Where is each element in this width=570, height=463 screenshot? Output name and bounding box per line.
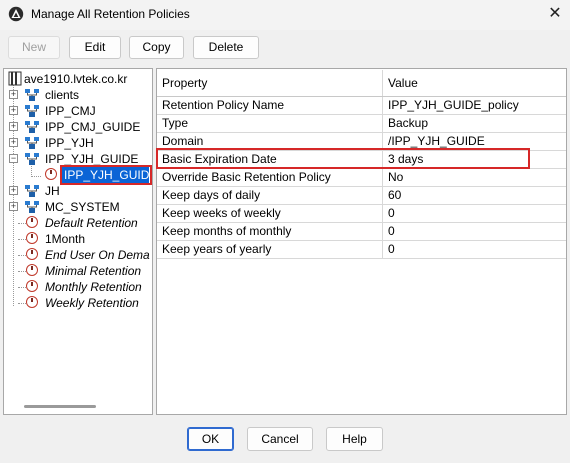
table-row[interactable]: Retention Policy Name IPP_YJH_GUIDE_poli… <box>157 97 566 115</box>
tree-item-policy[interactable]: End User On Dema <box>4 247 152 263</box>
domain-icon <box>25 121 39 133</box>
retention-clock-icon <box>26 216 38 228</box>
expand-icon[interactable]: + <box>9 122 18 131</box>
tree-item-ipp-cmj-guide[interactable]: + IPP_CMJ_GUIDE <box>4 119 152 135</box>
tree-item-clients[interactable]: + clients <box>4 87 152 103</box>
value-cell: 0 <box>388 224 395 238</box>
expand-icon[interactable]: + <box>9 202 18 211</box>
property-cell: Retention Policy Name <box>157 97 383 114</box>
grid-header-row: Property Value <box>157 70 566 97</box>
tree-item-label: JH <box>45 184 60 198</box>
value-cell: 0 <box>388 242 395 256</box>
property-cell: Keep days of daily <box>157 187 383 204</box>
tree-item-label: Default Retention <box>45 216 138 230</box>
tree-item-label: Minimal Retention <box>45 264 142 278</box>
collapse-icon[interactable]: − <box>9 154 18 163</box>
tree-item-label: End User On Dema <box>45 248 150 262</box>
expand-icon[interactable]: + <box>9 186 18 195</box>
retention-clock-icon <box>26 248 38 260</box>
tree-item-policy[interactable]: Default Retention <box>4 215 152 231</box>
tree-item-ipp-yjh[interactable]: + IPP_YJH <box>4 135 152 151</box>
property-cell: Keep weeks of weekly <box>157 205 383 222</box>
value-cell: IPP_YJH_GUIDE_policy <box>388 98 519 112</box>
table-row[interactable]: Override Basic Retention Policy No <box>157 169 566 187</box>
tree-item-label: 1Month <box>45 232 86 246</box>
tree-item-policy[interactable]: Monthly Retention <box>4 279 152 295</box>
ok-button[interactable]: OK <box>187 427 234 451</box>
table-row[interactable]: Keep years of yearly 0 <box>157 241 566 259</box>
table-row[interactable]: Keep weeks of weekly 0 <box>157 205 566 223</box>
table-row[interactable]: Keep months of monthly 0 <box>157 223 566 241</box>
domain-icon <box>25 89 39 101</box>
value-cell: 60 <box>388 188 402 202</box>
title-bar: Manage All Retention Policies ✕ <box>0 0 570 30</box>
expand-icon[interactable]: + <box>9 138 18 147</box>
expand-icon[interactable]: + <box>9 90 18 99</box>
help-button[interactable]: Help <box>326 427 383 451</box>
selection-highlight-box <box>60 165 152 185</box>
tree-root[interactable]: ave1910.lvtek.co.kr <box>4 71 152 87</box>
cancel-button[interactable]: Cancel <box>247 427 313 451</box>
retention-clock-icon <box>26 296 38 308</box>
column-header-property[interactable]: Property <box>157 70 383 96</box>
new-button[interactable]: New <box>8 36 60 59</box>
domain-icon <box>25 201 39 213</box>
retention-clock-icon <box>26 280 38 292</box>
property-cell: Keep months of monthly <box>157 223 383 240</box>
table-row[interactable]: Type Backup <box>157 115 566 133</box>
value-cell: 0 <box>388 206 395 220</box>
tree-item-label: IPP_CMJ <box>45 104 96 118</box>
tree-item-label: IPP_YJH <box>45 136 94 150</box>
domain-icon <box>25 153 39 165</box>
tree-item-policy[interactable]: Weekly Retention <box>4 295 152 311</box>
retention-clock-icon <box>26 232 38 244</box>
tree-item-label: IPP_CMJ_GUIDE <box>45 120 141 134</box>
column-header-value[interactable]: Value <box>383 70 566 96</box>
tree-item-label: Monthly Retention <box>45 280 142 294</box>
domain-icon <box>25 105 39 117</box>
tree-item-ipp-cmj[interactable]: + IPP_CMJ <box>4 103 152 119</box>
delete-button[interactable]: Delete <box>193 36 259 59</box>
property-cell: Keep years of yearly <box>157 241 383 258</box>
property-grid: Property Value Retention Policy Name IPP… <box>156 68 567 415</box>
retention-clock-icon <box>45 168 57 180</box>
property-cell: Type <box>157 115 383 132</box>
horizontal-scrollbar[interactable] <box>24 405 96 408</box>
domain-icon <box>25 137 39 149</box>
value-cell: Backup <box>388 116 429 130</box>
tree-item-policy[interactable]: 1Month <box>4 231 152 247</box>
tree-item-label: clients <box>45 88 80 102</box>
tree-item-policy[interactable]: Minimal Retention <box>4 263 152 279</box>
tree-item-label: Weekly Retention <box>45 296 139 310</box>
row-highlight-box <box>156 148 530 169</box>
domain-icon <box>25 185 39 197</box>
property-cell: Override Basic Retention Policy <box>157 169 383 186</box>
expand-icon[interactable]: + <box>9 106 18 115</box>
policy-tree[interactable]: ave1910.lvtek.co.kr + clients + IPP_CMJ … <box>3 68 153 415</box>
value-cell: No <box>388 170 404 184</box>
tree-item-label: MC_SYSTEM <box>45 200 120 214</box>
server-icon <box>8 71 22 86</box>
tree-root-label: ave1910.lvtek.co.kr <box>24 72 128 86</box>
tree-item-jh[interactable]: + JH <box>4 183 152 199</box>
close-icon: ✕ <box>548 5 562 22</box>
close-button[interactable]: ✕ <box>540 2 570 26</box>
edit-button[interactable]: Edit <box>69 36 121 59</box>
app-logo-icon <box>8 6 24 22</box>
table-row[interactable]: Keep days of daily 60 <box>157 187 566 205</box>
copy-button[interactable]: Copy <box>129 36 184 59</box>
window-title: Manage All Retention Policies <box>31 7 190 21</box>
retention-clock-icon <box>26 264 38 276</box>
tree-item-mc-system[interactable]: + MC_SYSTEM <box>4 199 152 215</box>
